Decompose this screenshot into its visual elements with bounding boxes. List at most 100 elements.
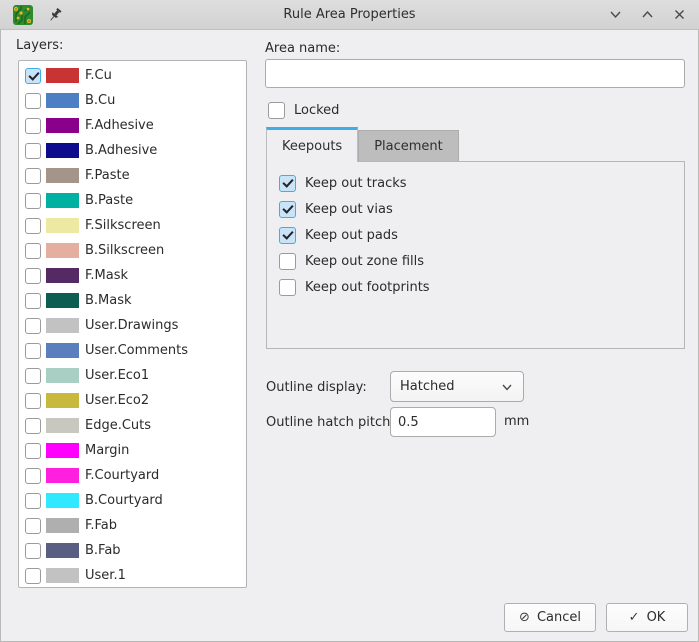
layer-checkbox[interactable] [25, 118, 41, 134]
layer-checkbox[interactable] [25, 243, 41, 259]
layer-label: B.Silkscreen [85, 243, 164, 258]
layer-checkbox[interactable] [25, 443, 41, 459]
keepout-row-keep-out-pads[interactable]: Keep out pads [279, 222, 672, 248]
outline-hatch-pitch-input[interactable] [390, 407, 496, 437]
layer-color-swatch [46, 118, 79, 133]
layer-checkbox[interactable] [25, 543, 41, 559]
layer-checkbox[interactable] [25, 368, 41, 384]
layer-row-b-adhesive[interactable]: B.Adhesive [19, 138, 246, 163]
layer-row-b-mask[interactable]: B.Mask [19, 288, 246, 313]
keepout-checkbox[interactable] [279, 227, 296, 244]
tab-placement[interactable]: Placement [358, 130, 459, 161]
layer-row-b-fab[interactable]: B.Fab [19, 538, 246, 563]
keepout-checkbox[interactable] [279, 279, 296, 296]
layer-checkbox[interactable] [25, 93, 41, 109]
layer-row-f-cu[interactable]: F.Cu [19, 63, 246, 88]
cancel-label: Cancel [537, 610, 581, 625]
layer-row-user-comments[interactable]: User.Comments [19, 338, 246, 363]
layer-checkbox[interactable] [25, 68, 41, 84]
layer-checkbox[interactable] [25, 393, 41, 409]
keepout-label: Keep out footprints [305, 280, 430, 295]
layer-row-f-fab[interactable]: F.Fab [19, 513, 246, 538]
layer-row-f-paste[interactable]: F.Paste [19, 163, 246, 188]
layer-color-swatch [46, 318, 79, 333]
keepout-row-keep-out-vias[interactable]: Keep out vias [279, 196, 672, 222]
layer-checkbox[interactable] [25, 168, 41, 184]
layer-checkbox[interactable] [25, 193, 41, 209]
layer-label: F.Fab [85, 518, 117, 533]
layer-row-f-mask[interactable]: F.Mask [19, 263, 246, 288]
keepout-row-keep-out-tracks[interactable]: Keep out tracks [279, 170, 672, 196]
layer-checkbox[interactable] [25, 418, 41, 434]
outline-hatch-pitch-unit: mm [504, 414, 529, 429]
layer-color-swatch [46, 568, 79, 583]
layer-label: User.Eco2 [85, 393, 149, 408]
layer-row-b-courtyard[interactable]: B.Courtyard [19, 488, 246, 513]
layer-label: B.Courtyard [85, 493, 163, 508]
layer-label: B.Mask [85, 293, 132, 308]
layer-row-b-cu[interactable]: B.Cu [19, 88, 246, 113]
layer-checkbox[interactable] [25, 493, 41, 509]
layer-checkbox[interactable] [25, 143, 41, 159]
outline-display-dropdown[interactable]: Hatched [390, 371, 524, 402]
layer-row-user-eco1[interactable]: User.Eco1 [19, 363, 246, 388]
ok-check-icon: ✓ [629, 610, 640, 625]
keepout-checkbox[interactable] [279, 253, 296, 270]
cancel-icon: ⊘ [519, 610, 530, 625]
outline-hatch-pitch-label: Outline hatch pitch: [266, 415, 395, 430]
layer-color-swatch [46, 293, 79, 308]
keepout-label: Keep out zone fills [305, 254, 424, 269]
keepouts-tab-panel: Keep out tracks Keep out vias Keep out p… [266, 161, 685, 349]
layer-row-edge-cuts[interactable]: Edge.Cuts [19, 413, 246, 438]
layer-row-f-adhesive[interactable]: F.Adhesive [19, 113, 246, 138]
keepout-row-keep-out-footprints[interactable]: Keep out footprints [279, 274, 672, 300]
layer-row-user-1[interactable]: User.1 [19, 563, 246, 588]
layer-checkbox[interactable] [25, 293, 41, 309]
kicad-pcbnew-icon [12, 4, 34, 26]
outline-display-value: Hatched [400, 379, 500, 394]
ok-label: OK [647, 610, 666, 625]
layer-checkbox[interactable] [25, 343, 41, 359]
layer-row-b-paste[interactable]: B.Paste [19, 188, 246, 213]
keepout-checkbox[interactable] [279, 175, 296, 192]
pin-icon[interactable] [47, 7, 63, 23]
layer-label: F.Adhesive [85, 118, 154, 133]
area-name-input[interactable] [265, 59, 685, 88]
keepout-label: Keep out tracks [305, 176, 407, 191]
keepout-row-keep-out-zone-fills[interactable]: Keep out zone fills [279, 248, 672, 274]
tab-label: Keepouts [282, 139, 342, 154]
layer-checkbox[interactable] [25, 318, 41, 334]
layer-color-swatch [46, 343, 79, 358]
layer-label: User.Drawings [85, 318, 178, 333]
cancel-button[interactable]: ⊘ Cancel [504, 603, 596, 632]
close-icon[interactable] [672, 7, 687, 22]
locked-checkbox[interactable] [268, 102, 285, 119]
layer-checkbox[interactable] [25, 218, 41, 234]
layer-color-swatch [46, 68, 79, 83]
layer-color-swatch [46, 418, 79, 433]
ok-button[interactable]: ✓ OK [606, 603, 688, 632]
layer-row-f-silkscreen[interactable]: F.Silkscreen [19, 213, 246, 238]
unshade-chevron-up-icon[interactable] [640, 7, 655, 22]
layer-label: F.Courtyard [85, 468, 159, 483]
window-buttons [608, 7, 687, 22]
layer-label: F.Paste [85, 168, 130, 183]
layer-color-swatch [46, 493, 79, 508]
layer-row-b-silkscreen[interactable]: B.Silkscreen [19, 238, 246, 263]
layer-color-swatch [46, 468, 79, 483]
layer-checkbox[interactable] [25, 468, 41, 484]
layer-checkbox[interactable] [25, 268, 41, 284]
layer-row-margin[interactable]: Margin [19, 438, 246, 463]
layers-label: Layers: [16, 38, 63, 53]
layer-checkbox[interactable] [25, 518, 41, 534]
tab-keepouts[interactable]: Keepouts [266, 127, 358, 162]
layer-row-f-courtyard[interactable]: F.Courtyard [19, 463, 246, 488]
layer-checkbox[interactable] [25, 568, 41, 584]
layer-row-user-drawings[interactable]: User.Drawings [19, 313, 246, 338]
layers-list[interactable]: F.Cu B.Cu F.Adhesive B.Adhesive F.Paste … [18, 60, 247, 588]
keepout-checkbox[interactable] [279, 201, 296, 218]
shade-chevron-down-icon[interactable] [608, 7, 623, 22]
chevron-down-icon [500, 380, 514, 394]
layer-row-user-eco2[interactable]: User.Eco2 [19, 388, 246, 413]
locked-row[interactable]: Locked [268, 102, 339, 119]
